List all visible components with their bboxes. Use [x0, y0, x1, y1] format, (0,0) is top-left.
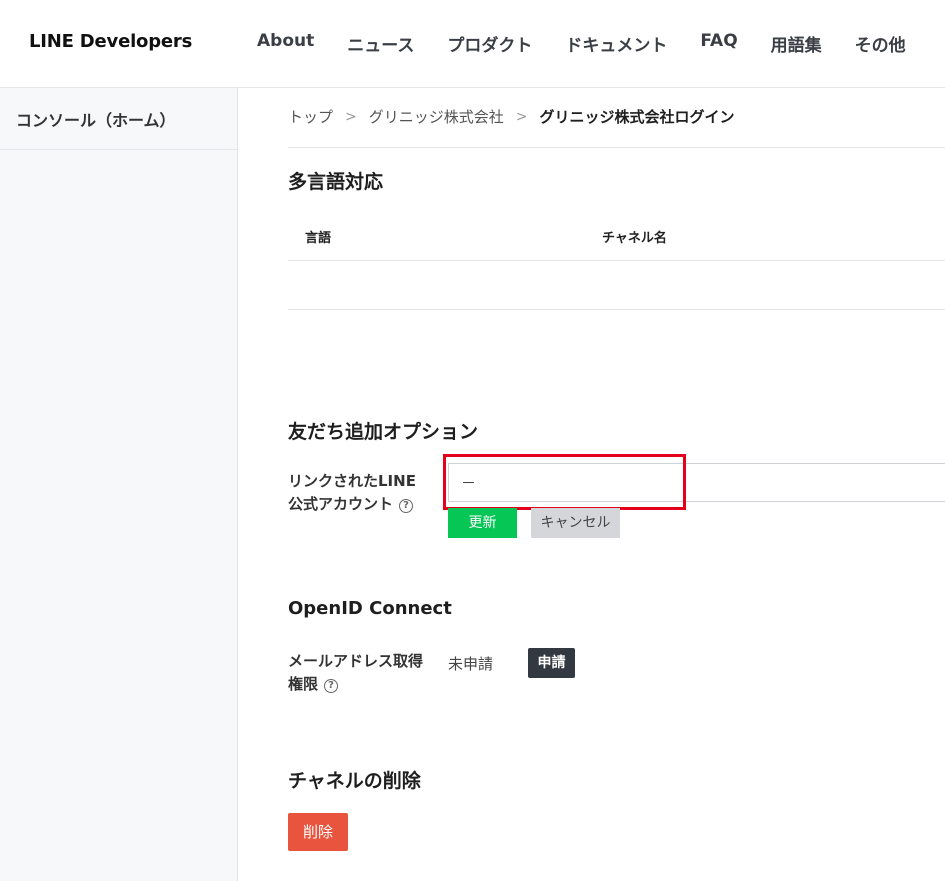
breadcrumb-company[interactable]: グリニッジ株式会社 [369, 106, 504, 127]
linked-account-label: リンクされたLINE 公式アカウント? [288, 470, 416, 516]
nav-faq[interactable]: FAQ [700, 31, 737, 56]
apply-button[interactable]: 申請 [528, 648, 575, 678]
section-title-delete-channel: チャネルの削除 [288, 770, 421, 792]
column-header-language: 言語 [305, 231, 332, 246]
breadcrumb: トップ > グリニッジ株式会社 > グリニッジ株式会社ログイン [288, 106, 735, 127]
site-logo[interactable]: LINE Developers [29, 31, 192, 52]
top-header: LINE Developers About ニュース プロダクト ドキュメント … [0, 0, 945, 88]
cancel-button[interactable]: キャンセル [531, 508, 620, 538]
main-nav: About ニュース プロダクト ドキュメント FAQ 用語集 その他 [257, 31, 939, 56]
table-header-divider [288, 260, 945, 261]
sidebar-item-console-home[interactable]: コンソール（ホーム） [0, 88, 237, 150]
email-permission-label-line1: メールアドレス取得 [288, 652, 424, 670]
breadcrumb-top[interactable]: トップ [288, 106, 333, 127]
nav-about[interactable]: About [257, 31, 314, 56]
nav-more[interactable]: その他 [855, 31, 906, 56]
delete-button[interactable]: 削除 [288, 813, 348, 851]
help-icon[interactable]: ? [399, 499, 414, 513]
breadcrumb-separator: > [345, 108, 357, 125]
update-button[interactable]: 更新 [448, 508, 517, 538]
breadcrumb-separator: > [515, 108, 528, 125]
linked-account-input[interactable] [448, 463, 945, 502]
section-title-friend-option: 友だち追加オプション [288, 421, 479, 443]
section-title-multilang: 多言語対応 [288, 171, 384, 193]
breadcrumb-current: グリニッジ株式会社ログイン [539, 108, 735, 126]
linked-account-label-line1: リンクされたLINE [288, 472, 416, 490]
email-permission-label-line2: 権限 [288, 675, 319, 693]
linked-account-label-line2: 公式アカウント [288, 495, 394, 513]
section-title-openid: OpenID Connect [288, 598, 452, 619]
nav-news[interactable]: ニュース [347, 31, 414, 56]
nav-products[interactable]: プロダクト [447, 31, 532, 56]
nav-documents[interactable]: ドキュメント [565, 31, 667, 56]
email-permission-status: 未申請 [448, 655, 494, 673]
column-header-channel-name: チャネル名 [602, 231, 667, 246]
help-icon[interactable]: ? [324, 679, 339, 693]
table-bottom-divider [288, 309, 945, 310]
nav-glossary[interactable]: 用語集 [771, 31, 822, 56]
email-permission-label: メールアドレス取得 権限? [288, 650, 423, 696]
sidebar: コンソール（ホーム） [0, 88, 238, 881]
breadcrumb-divider [288, 147, 945, 148]
main-content: トップ > グリニッジ株式会社 > グリニッジ株式会社ログイン 多言語対応 言語… [238, 88, 945, 881]
